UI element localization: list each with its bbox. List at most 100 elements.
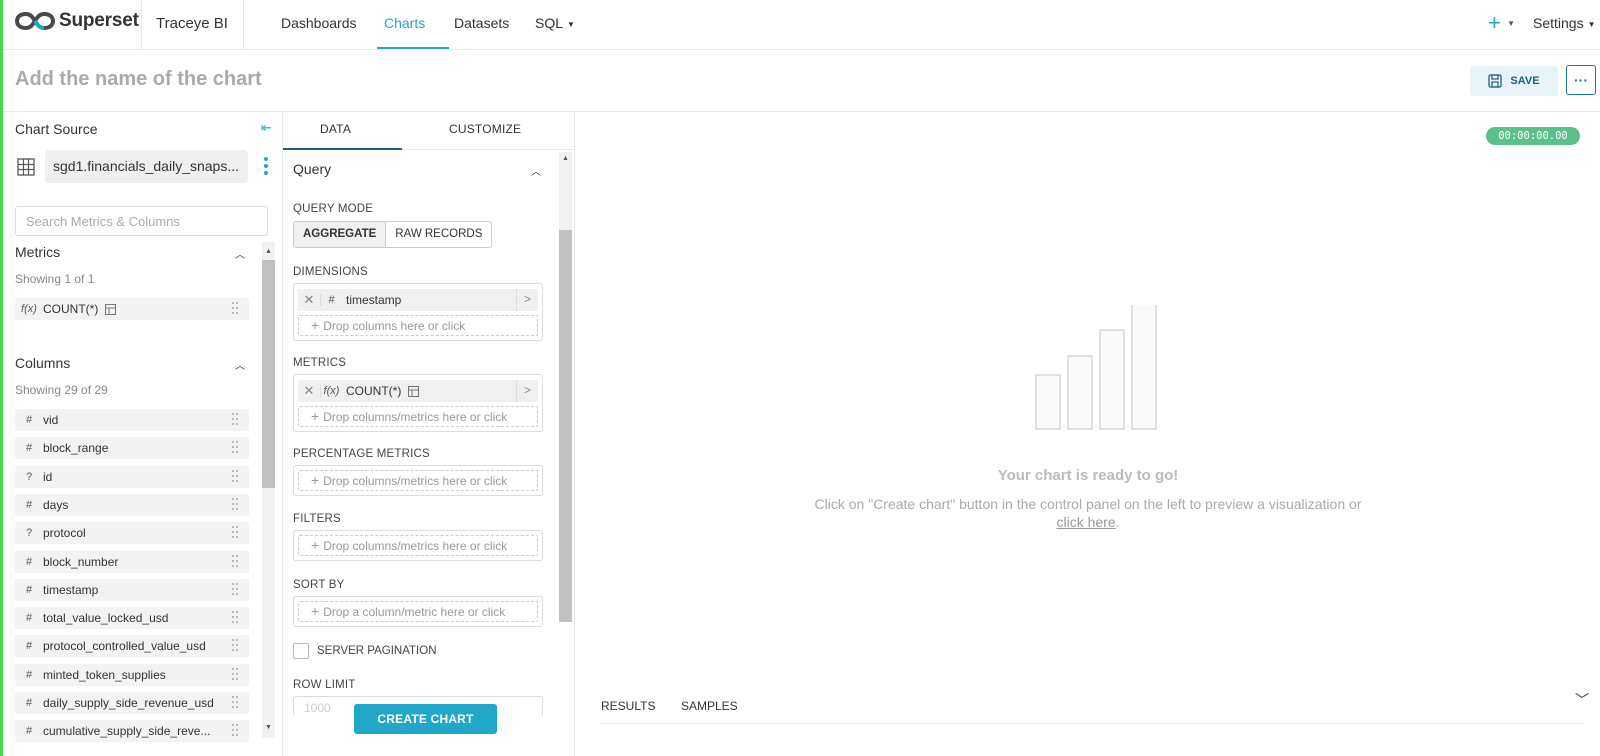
mode-raw-records-button[interactable]: RAW RECORDS bbox=[386, 222, 491, 247]
column-type-icon: ? bbox=[25, 527, 33, 540]
column-item[interactable]: # block_range bbox=[15, 437, 249, 460]
sort-by-drop-zone[interactable]: + Drop a column/metric here or click bbox=[298, 601, 538, 622]
plus-icon[interactable]: + bbox=[1488, 10, 1501, 36]
column-item[interactable]: ? id bbox=[15, 465, 249, 488]
tab-data[interactable]: DATA bbox=[320, 122, 351, 136]
nav-divider bbox=[243, 0, 244, 49]
chart-source-title: Chart Source bbox=[15, 121, 98, 137]
plus-icon: + bbox=[311, 537, 320, 553]
scroll-up-arrow-icon[interactable]: ▲ bbox=[265, 248, 272, 255]
columns-scrollbar-thumb[interactable] bbox=[262, 260, 275, 488]
settings-menu[interactable]: Settings ▼ bbox=[1533, 15, 1596, 31]
dimension-chip[interactable]: ✕ # timestamp > bbox=[298, 289, 538, 311]
drag-handle-icon[interactable] bbox=[232, 667, 239, 682]
column-name: protocol_controlled_value_usd bbox=[43, 639, 206, 654]
save-button[interactable]: SAVE bbox=[1470, 66, 1558, 96]
nav-datasets[interactable]: Datasets bbox=[454, 15, 509, 31]
kebab-menu-icon[interactable] bbox=[264, 157, 268, 178]
calculator-icon bbox=[408, 385, 420, 397]
columns-section-title[interactable]: Columns bbox=[15, 355, 70, 371]
column-item[interactable]: # days bbox=[15, 493, 249, 516]
column-item[interactable]: # block_number bbox=[15, 550, 249, 573]
search-metrics-columns-input[interactable] bbox=[15, 206, 268, 236]
tab-results[interactable]: RESULTS bbox=[601, 699, 655, 713]
column-item[interactable]: # vid bbox=[15, 409, 249, 431]
nav-charts[interactable]: Charts bbox=[384, 15, 425, 31]
click-here-link[interactable]: click here bbox=[1056, 514, 1115, 530]
drag-handle-icon[interactable] bbox=[232, 582, 239, 597]
column-item[interactable]: # cumulative_supply_side_reve... bbox=[15, 720, 249, 743]
column-type-icon: # bbox=[25, 498, 33, 511]
column-name: id bbox=[43, 469, 53, 484]
column-item[interactable]: ? protocol bbox=[15, 522, 249, 545]
filters-label: FILTERS bbox=[293, 513, 341, 525]
chevron-right-icon[interactable]: > bbox=[516, 289, 538, 311]
save-label: SAVE bbox=[1510, 75, 1540, 87]
drag-handle-icon[interactable] bbox=[232, 611, 239, 625]
sort-by-control: + Drop a column/metric here or click bbox=[293, 596, 543, 627]
column-item[interactable]: # daily_supply_side_revenue_usd bbox=[15, 692, 249, 714]
column-name: block_number bbox=[43, 554, 119, 569]
dimensions-control: ✕ # timestamp > + Drop columns here or cl… bbox=[293, 283, 543, 341]
drag-handle-icon[interactable] bbox=[232, 526, 239, 540]
column-type-icon: # bbox=[25, 583, 33, 596]
remove-icon[interactable]: ✕ bbox=[298, 383, 320, 399]
dataset-name[interactable]: sgd1.financials_daily_snaps... bbox=[45, 150, 248, 183]
column-type-icon: # bbox=[25, 697, 33, 709]
dimensions-drop-zone[interactable]: + Drop columns here or click bbox=[298, 315, 538, 336]
query-mode-toggle: AGGREGATE RAW RECORDS bbox=[293, 221, 493, 248]
tab-samples[interactable]: SAMPLES bbox=[681, 699, 738, 713]
drag-handle-icon[interactable] bbox=[232, 724, 239, 738]
column-item[interactable]: # total_value_locked_usd bbox=[15, 607, 249, 630]
drag-handle-icon[interactable] bbox=[232, 413, 239, 427]
percentage-metrics-drop-zone[interactable]: + Drop columns/metrics here or click bbox=[298, 470, 538, 491]
query-section-title[interactable]: Query bbox=[293, 161, 331, 177]
settings-label: Settings bbox=[1533, 15, 1584, 31]
query-mode-label: QUERY MODE bbox=[293, 203, 374, 215]
control-panel: DATA CUSTOMIZE Query ︿ QUERY MODE AGGREG… bbox=[283, 112, 575, 756]
drag-handle-icon[interactable] bbox=[232, 441, 239, 455]
metrics-section-title[interactable]: Metrics bbox=[15, 244, 60, 260]
chevron-down-icon[interactable]: ﹀ bbox=[1575, 690, 1589, 710]
nav-dashboards[interactable]: Dashboards bbox=[281, 15, 357, 31]
scroll-down-arrow-icon[interactable]: ▼ bbox=[265, 724, 272, 731]
drag-handle-icon[interactable] bbox=[232, 497, 239, 512]
drag-handle-icon[interactable] bbox=[232, 302, 239, 316]
metrics-drop-zone[interactable]: + Drop columns/metrics here or click bbox=[298, 406, 538, 427]
more-options-button[interactable]: ··· bbox=[1566, 65, 1596, 95]
column-item[interactable]: # minted_token_supplies bbox=[15, 663, 249, 686]
column-type-icon: # bbox=[25, 414, 33, 426]
drag-handle-icon[interactable] bbox=[232, 696, 239, 710]
empty-chart-illustration-icon bbox=[1035, 305, 1157, 430]
top-navbar: Superset Traceye BI Dashboards Charts Da… bbox=[3, 0, 1600, 50]
server-pagination-checkbox[interactable] bbox=[293, 643, 309, 659]
drag-handle-icon[interactable] bbox=[232, 469, 239, 484]
remove-icon[interactable]: ✕ bbox=[298, 292, 320, 308]
nav-sql[interactable]: SQL ▼ bbox=[535, 15, 575, 31]
chevron-right-icon[interactable]: > bbox=[516, 380, 538, 402]
create-chart-button[interactable]: CREATE CHART bbox=[354, 704, 497, 734]
brand-name[interactable]: Traceye BI bbox=[156, 15, 228, 32]
control-scrollbar-thumb[interactable] bbox=[559, 230, 572, 622]
collapse-panel-icon[interactable]: ⇤ bbox=[261, 120, 272, 136]
mode-aggregate-button[interactable]: AGGREGATE bbox=[294, 222, 387, 247]
metric-item[interactable]: f(x) COUNT(*) bbox=[15, 298, 249, 320]
chart-name-input[interactable]: Add the name of the chart bbox=[15, 68, 262, 91]
hint-period: . bbox=[1115, 514, 1120, 530]
chevron-up-icon[interactable]: ︿ bbox=[235, 357, 245, 372]
column-type-icon: # bbox=[25, 668, 33, 681]
filters-drop-zone[interactable]: + Drop columns/metrics here or click bbox=[298, 535, 538, 556]
column-item[interactable]: # protocol_controlled_value_usd bbox=[15, 635, 249, 658]
chevron-up-icon[interactable]: ︿ bbox=[235, 246, 245, 261]
drag-handle-icon[interactable] bbox=[232, 639, 239, 653]
drag-handle-icon[interactable] bbox=[232, 554, 239, 569]
scroll-up-arrow-icon[interactable]: ▲ bbox=[562, 155, 569, 162]
plus-icon: + bbox=[311, 408, 320, 424]
caret-down-icon[interactable]: ▼ bbox=[1507, 19, 1515, 28]
filters-control: + Drop columns/metrics here or click bbox=[293, 530, 543, 561]
column-item[interactable]: # timestamp bbox=[15, 578, 249, 601]
metric-chip[interactable]: ✕ f(x) COUNT(*) > bbox=[298, 380, 538, 402]
tab-customize[interactable]: CUSTOMIZE bbox=[449, 122, 521, 136]
chevron-up-icon[interactable]: ︿ bbox=[531, 163, 541, 178]
superset-logo[interactable]: Superset bbox=[15, 10, 139, 32]
